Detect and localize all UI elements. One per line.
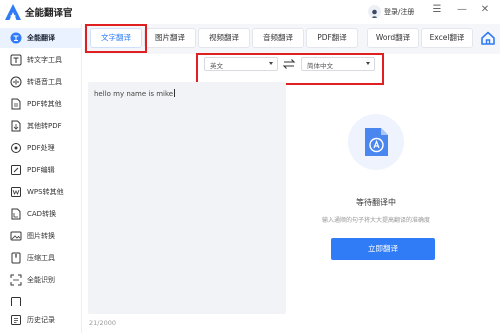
scan-icon xyxy=(10,274,22,286)
sidebar-item-label: 转文字工具 xyxy=(27,56,62,64)
char-count: 21/2000 xyxy=(89,319,117,327)
app-title: 全能翻译官 xyxy=(25,8,73,19)
sidebar-item-label: 转语音工具 xyxy=(27,78,62,86)
cad-icon xyxy=(11,208,21,220)
sidebar-item-pdf-process[interactable]: PDF处理 xyxy=(0,138,82,158)
sidebar-item-more[interactable] xyxy=(0,292,82,306)
tab-pdf-translate[interactable]: PDF翻译 xyxy=(306,28,358,48)
sidebar-item-label: WPS转其他 xyxy=(27,188,64,196)
sidebar-item-scan[interactable]: 全能识别 xyxy=(0,270,82,290)
translate-now-button[interactable]: 立即翻译 xyxy=(331,238,435,260)
pdf-edit-icon xyxy=(11,165,21,175)
sidebar-item-label: 全能识别 xyxy=(27,276,55,284)
user-icon xyxy=(370,9,379,18)
sidebar-item-wps[interactable]: WPS转其他 xyxy=(0,182,82,202)
sidebar-item-all-translate[interactable]: 全能翻译 xyxy=(0,28,82,48)
history-icon xyxy=(11,315,21,325)
wps-icon xyxy=(11,187,21,197)
translate-document-icon xyxy=(365,128,388,156)
tab-video-translate[interactable]: 视频翻译 xyxy=(198,28,250,48)
image-convert-icon xyxy=(10,231,22,241)
sidebar-item-label: PDF处理 xyxy=(27,144,55,152)
sidebar-item-label: 历史记录 xyxy=(27,316,55,324)
sidebar-item-text-convert[interactable]: 转文字工具 xyxy=(0,50,82,70)
login-register-link[interactable]: 登录/注册 xyxy=(384,7,414,17)
text-cursor xyxy=(174,89,176,97)
target-language-select[interactable]: 简体中文 xyxy=(301,57,375,71)
chevron-down-icon xyxy=(269,62,273,65)
sidebar-item-compress[interactable]: 压缩工具 xyxy=(0,248,82,268)
swap-language-icon[interactable] xyxy=(282,58,296,70)
sidebar-item-pdf-import[interactable]: 其他转PDF xyxy=(0,116,82,136)
sidebar-item-label: 其他转PDF xyxy=(27,122,62,130)
tab-image-translate[interactable]: 图片翻译 xyxy=(144,28,196,48)
user-avatar[interactable] xyxy=(368,5,381,18)
chevron-down-icon xyxy=(366,62,370,65)
source-language-select[interactable]: 英文 xyxy=(204,57,278,71)
voice-icon xyxy=(10,76,22,88)
translate-icon xyxy=(10,32,22,44)
sidebar-item-pdf-edit[interactable]: PDF编辑 xyxy=(0,160,82,180)
sidebar: 全能翻译 转文字工具 转语音工具 PDF转其他 其他转PDF PDF处理 PDF… xyxy=(0,24,82,333)
result-hint: 输入通顺的句子将大大提高翻译的准确度 xyxy=(321,217,430,224)
source-language-value: 英文 xyxy=(210,62,223,70)
pdf-export-icon xyxy=(11,98,21,110)
pdf-import-icon xyxy=(11,120,21,132)
sidebar-item-voice[interactable]: 转语音工具 xyxy=(0,72,82,92)
sidebar-item-label: 全能翻译 xyxy=(27,34,55,42)
sidebar-item-label: PDF编辑 xyxy=(27,166,55,174)
menu-icon[interactable]: ☰ xyxy=(430,3,444,17)
sidebar-item-label: 压缩工具 xyxy=(27,254,55,262)
app-logo-icon xyxy=(5,4,21,20)
sidebar-item-history[interactable]: 历史记录 xyxy=(0,310,82,330)
tab-bar: 文字翻译 图片翻译 视频翻译 音频翻译 PDF翻译 Word翻译 Excel翻译 xyxy=(84,24,500,54)
sidebar-item-label: CAD转换 xyxy=(27,210,57,218)
title-bar: 全能翻译官 登录/注册 ☰ — ✕ xyxy=(0,0,500,24)
close-icon[interactable]: ✕ xyxy=(478,3,492,17)
more-icon xyxy=(11,297,21,306)
tab-audio-translate[interactable]: 音频翻译 xyxy=(252,28,304,48)
result-status-title: 等待翻译中 xyxy=(356,198,396,207)
target-language-value: 简体中文 xyxy=(307,62,333,70)
source-text-content: hello my name is mike xyxy=(94,89,176,98)
pdf-process-icon xyxy=(11,143,21,153)
compress-icon xyxy=(11,252,21,264)
tab-word-translate[interactable]: Word翻译 xyxy=(367,28,419,48)
sidebar-item-image-convert[interactable]: 图片转换 xyxy=(0,226,82,246)
tab-excel-translate[interactable]: Excel翻译 xyxy=(421,28,473,48)
source-text-area[interactable]: hello my name is mike xyxy=(88,82,286,314)
sidebar-item-label: 图片转换 xyxy=(27,232,55,240)
text-convert-icon xyxy=(10,54,22,66)
sidebar-item-pdf-export[interactable]: PDF转其他 xyxy=(0,94,82,114)
sidebar-item-cad[interactable]: CAD转换 xyxy=(0,204,82,224)
minimize-icon[interactable]: — xyxy=(455,3,469,17)
home-icon[interactable] xyxy=(479,29,497,47)
sidebar-item-label: PDF转其他 xyxy=(27,100,62,108)
tab-text-translate[interactable]: 文字翻译 xyxy=(90,28,142,48)
source-text-value: hello my name is mike xyxy=(94,90,174,98)
